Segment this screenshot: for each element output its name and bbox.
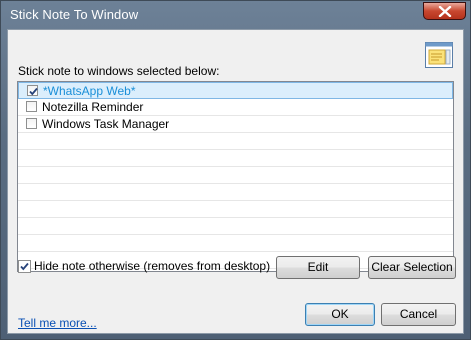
cancel-button[interactable]: Cancel bbox=[381, 303, 456, 326]
list-item[interactable]: Windows Task Manager bbox=[18, 116, 453, 133]
empty-list-row bbox=[18, 218, 453, 235]
list-item-label: Notezilla Reminder bbox=[42, 100, 144, 114]
empty-list-row bbox=[18, 235, 453, 252]
dialog-window: Stick Note To Window Stick note to windo… bbox=[0, 0, 471, 340]
hide-note-label[interactable]: Hide note otherwise (removes from deskto… bbox=[34, 259, 270, 273]
empty-list-row bbox=[18, 184, 453, 201]
checkmark-icon bbox=[29, 87, 38, 96]
close-button[interactable] bbox=[423, 2, 466, 20]
list-item-checkbox[interactable] bbox=[26, 101, 37, 112]
list-item-checkbox[interactable] bbox=[27, 85, 38, 96]
list-item[interactable]: Notezilla Reminder bbox=[18, 99, 453, 116]
dialog-body: Stick note to windows selected below: *W… bbox=[7, 29, 464, 334]
checkmark-icon bbox=[20, 262, 29, 271]
tell-me-more-link[interactable]: Tell me more... bbox=[18, 316, 97, 330]
windows-list[interactable]: *WhatsApp Web* Notezilla Reminder Window… bbox=[17, 81, 454, 272]
empty-list-row bbox=[18, 201, 453, 218]
title-bar[interactable]: Stick Note To Window bbox=[1, 1, 470, 29]
hide-note-checkbox[interactable] bbox=[18, 260, 31, 273]
close-icon bbox=[438, 6, 452, 17]
ok-button[interactable]: OK bbox=[305, 303, 375, 326]
list-item-checkbox[interactable] bbox=[26, 118, 37, 129]
sticky-note-window-icon bbox=[425, 42, 453, 68]
clear-selection-button[interactable]: Clear Selection bbox=[368, 256, 456, 279]
empty-list-row bbox=[18, 167, 453, 184]
empty-list-row bbox=[18, 133, 453, 150]
edit-button[interactable]: Edit bbox=[276, 256, 360, 279]
window-title: Stick Note To Window bbox=[10, 7, 139, 22]
windows-list-label: Stick note to windows selected below: bbox=[18, 64, 220, 78]
list-item-label: *WhatsApp Web* bbox=[43, 84, 136, 98]
empty-list-row bbox=[18, 150, 453, 167]
list-item[interactable]: *WhatsApp Web* bbox=[18, 82, 453, 99]
list-item-label: Windows Task Manager bbox=[42, 117, 170, 131]
